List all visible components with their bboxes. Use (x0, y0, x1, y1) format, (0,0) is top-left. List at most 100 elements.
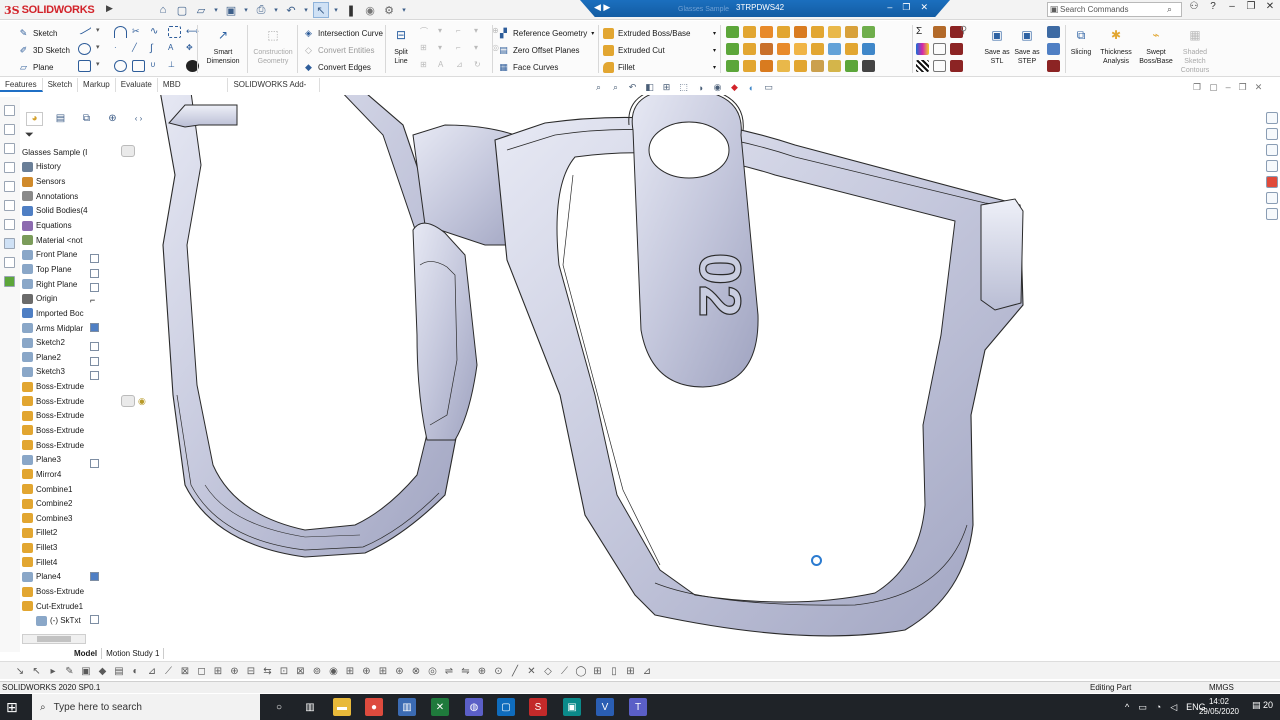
feature-tool-icon[interactable] (760, 60, 773, 72)
feature-tool-icon[interactable] (760, 43, 773, 55)
feature-tool-icon[interactable] (811, 60, 824, 72)
windows-start-icon[interactable]: ⊞ (6, 699, 24, 717)
construction-geometry-button[interactable]: ⬚ Construction Geometry (249, 29, 297, 66)
hide-show-items-icon[interactable]: ◉ (712, 82, 723, 93)
circle-dropdown-icon[interactable]: ▾ (96, 43, 109, 55)
search-icon[interactable]: ⌕ (1167, 4, 1181, 15)
line-icon[interactable] (77, 23, 92, 35)
trim-entities-icon[interactable]: ✂ (132, 26, 145, 38)
bottom-tool-icon[interactable]: ⊙ (493, 665, 505, 677)
feature-tool-icon[interactable] (828, 26, 841, 38)
dim-tool-icon[interactable]: ⌐ (456, 43, 469, 55)
tab-motion-study[interactable]: Motion Study 1 (102, 648, 165, 659)
save-options-icon[interactable] (1047, 26, 1060, 38)
save-dropdown-icon[interactable]: ▾ (242, 2, 250, 18)
traffic-light-icon[interactable]: ❚ (343, 2, 359, 18)
select-pointer-icon[interactable]: ↖ (313, 2, 329, 18)
wifi-icon[interactable]: ◔ (1156, 702, 1161, 712)
tree-node[interactable]: Boss-Extrude (22, 438, 88, 453)
filter-icon[interactable]: ⏷ (25, 129, 34, 142)
sketch-state-icon[interactable] (90, 254, 99, 263)
tab-features[interactable]: Features (0, 78, 43, 92)
bottom-tool-icon[interactable]: ⊿ (641, 665, 653, 677)
viewport-close-icon[interactable]: ✕ (1255, 82, 1263, 93)
options-gear-icon[interactable]: ⚙ (381, 2, 397, 18)
bottom-tool-icon[interactable]: ◯ (575, 665, 587, 677)
bottom-tool-icon[interactable]: ⊞ (377, 665, 389, 677)
tree-horizontal-scrollbar[interactable] (22, 634, 86, 644)
rail-tool-icon[interactable] (4, 105, 15, 116)
rail-tool-icon[interactable] (4, 257, 15, 268)
bottom-tool-icon[interactable]: ✕ (526, 665, 538, 677)
curvature-icon[interactable] (916, 43, 929, 55)
tree-node[interactable]: Fillet2 (22, 526, 88, 541)
dim-tool-icon[interactable]: ⊞ (420, 43, 433, 55)
tray-chevron-icon[interactable]: ^ (1125, 702, 1129, 712)
bottom-tool-icon[interactable]: ⊟ (245, 665, 257, 677)
print-dropdown-icon[interactable]: ▾ (272, 2, 280, 18)
viewport-split-icon[interactable]: ❐ (1193, 82, 1201, 93)
intersection-curve-button[interactable]: ◈ Intersection Curve (303, 26, 383, 40)
bottom-tool-icon[interactable]: ◉ (328, 665, 340, 677)
tree-node[interactable]: Boss-Extrude (22, 409, 88, 424)
configuration-manager-icon[interactable]: ⧉ (78, 112, 95, 126)
save-options-icon[interactable] (1047, 60, 1060, 72)
check-icon[interactable] (933, 60, 946, 72)
rectangle-icon[interactable] (78, 60, 91, 72)
feature-tool-icon[interactable] (845, 43, 858, 55)
reference-geometry-button[interactable]: ▞ Reference Geometry ▾ (498, 26, 594, 40)
bottom-tool-icon[interactable]: ⊛ (394, 665, 406, 677)
measure-icon[interactable] (933, 26, 946, 38)
feature-tool-icon[interactable] (794, 60, 807, 72)
tab-evaluate[interactable]: Evaluate (116, 78, 158, 92)
volume-icon[interactable]: ◁ (1170, 702, 1177, 713)
solidworks-resources-icon[interactable] (1266, 112, 1278, 124)
shaded-sketch-contours-button[interactable]: ▦ Shaded Sketch Contours (1174, 29, 1216, 75)
plane-button[interactable]: ▱ Plane (18, 60, 53, 74)
bottom-tool-icon[interactable]: ⊞ (592, 665, 604, 677)
tree-node[interactable]: Combine2 (22, 496, 88, 511)
bottom-tool-icon[interactable]: ◎ (427, 665, 439, 677)
command-search-box[interactable]: ▣ Search Commands ⌕ (1047, 2, 1182, 17)
tree-node[interactable]: Solid Bodies(4 (22, 204, 88, 219)
dim-tool-icon[interactable]: ⌐ (456, 26, 469, 38)
tree-node[interactable]: Annotations (22, 189, 88, 204)
polygon-icon[interactable] (132, 60, 145, 72)
dim-tool-icon[interactable]: ⌒ (420, 26, 433, 38)
feature-tool-icon[interactable] (743, 43, 756, 55)
bottom-tool-icon[interactable]: ▤ (113, 665, 125, 677)
open-dropdown-icon[interactable]: ▾ (212, 2, 220, 18)
zoom-to-fit-icon[interactable]: ⌕ (593, 82, 604, 93)
visibility-eye-icon[interactable]: ◉ (138, 396, 146, 407)
bottom-tool-icon[interactable]: ⊞ (344, 665, 356, 677)
forum-icon[interactable] (1266, 208, 1278, 220)
visio-icon[interactable]: V (596, 698, 614, 716)
split-line-button[interactable]: ⊟ Split Line (387, 29, 415, 66)
convert-edges-button[interactable]: ◆ Convert Edges (303, 60, 371, 74)
teams-icon[interactable]: T (629, 698, 647, 716)
restore-icon[interactable]: ❐ (1245, 1, 1257, 12)
rail-tool-icon[interactable] (4, 162, 15, 173)
features-dropdown-icon[interactable]: ▾ (713, 30, 716, 37)
bottom-tool-icon[interactable]: ↘ (14, 665, 26, 677)
tree-node[interactable]: Imported Boc (22, 306, 88, 321)
undo-dropdown-icon[interactable]: ▾ (302, 2, 310, 18)
features-dropdown-icon[interactable]: ▾ (713, 47, 716, 54)
edit-appearance-icon[interactable]: ◆ (729, 82, 740, 93)
bottom-tool-icon[interactable]: ⊠ (295, 665, 307, 677)
curve-icon[interactable]: ∫ (150, 43, 163, 55)
bottom-tool-icon[interactable]: ◆ (97, 665, 109, 677)
draft-analysis-icon[interactable] (933, 43, 946, 55)
feature-tool-icon[interactable] (760, 26, 773, 38)
tree-node[interactable]: Plane3 (22, 452, 88, 467)
display-state-icon[interactable] (121, 145, 135, 157)
tree-node[interactable]: Sketch2 (22, 335, 88, 350)
section-properties-icon[interactable] (950, 43, 963, 55)
bottom-tool-icon[interactable]: ╱ (509, 665, 521, 677)
graphics-area[interactable]: 02 (155, 95, 1263, 650)
body-state-icon[interactable] (90, 323, 99, 332)
spline-icon[interactable]: ∿ (150, 26, 163, 38)
tree-node[interactable]: Boss-Extrude (22, 423, 88, 438)
outlook-icon[interactable]: ▢ (497, 698, 515, 716)
chrome-icon[interactable]: ● (365, 698, 383, 716)
